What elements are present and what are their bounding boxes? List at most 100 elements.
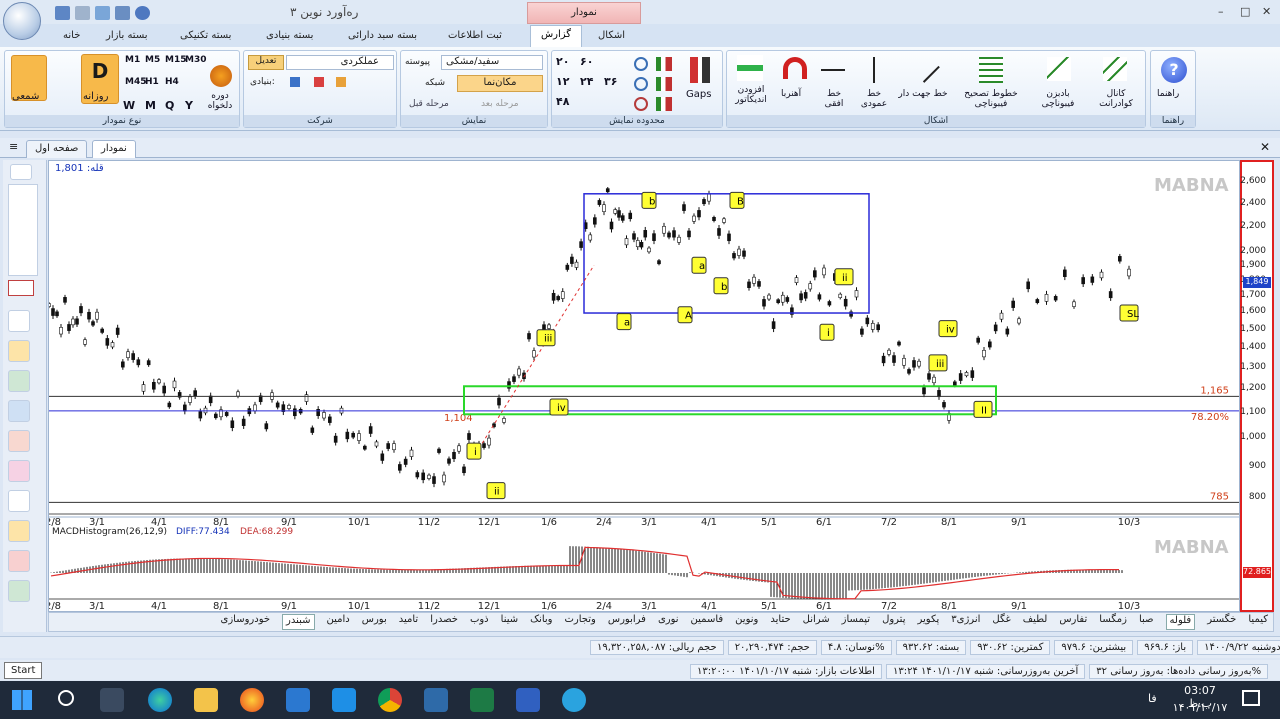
period-h1[interactable]: H1 <box>145 77 159 87</box>
app-menu-button[interactable] <box>3 2 41 40</box>
notifications-icon[interactable] <box>1242 690 1260 706</box>
symbol-tab[interactable]: فرابورس <box>608 614 646 630</box>
tab-home-page[interactable]: صفحه اول <box>26 140 88 158</box>
price-axis[interactable]: 800 900 1,000 1,100 1,200 1,300 1,400 1,500 1,60… <box>1240 160 1274 612</box>
language-indicator[interactable]: فا <box>1148 692 1157 705</box>
period-month[interactable]: M <box>145 99 156 112</box>
cursor-button[interactable]: مکان‌نما <box>457 75 543 92</box>
tab-chart[interactable]: نمودار <box>92 140 136 158</box>
flag-blue-icon[interactable] <box>290 77 300 87</box>
period-q[interactable]: Q <box>165 99 174 112</box>
range-20[interactable]: ۲۰ <box>556 55 569 68</box>
period-w[interactable]: W <box>123 99 135 112</box>
symbol-tab[interactable]: صبا <box>1139 614 1154 630</box>
tab-menu-icon[interactable]: ≡ <box>9 140 18 153</box>
dropdown-icon[interactable] <box>135 6 150 20</box>
theme-select[interactable]: سفید/مشکی <box>441 55 543 70</box>
range-48[interactable]: ۴۸ <box>556 95 569 108</box>
add-indicator-label[interactable]: افزودن اندیکاتور <box>731 85 771 105</box>
symbol-tab[interactable]: شینا <box>501 614 518 630</box>
tools-icon[interactable] <box>115 6 130 20</box>
save-icon[interactable] <box>55 6 70 20</box>
tab-portfolio[interactable]: بسته سبد دارائی <box>340 27 425 47</box>
flag-red-icon[interactable] <box>314 77 324 87</box>
zoom-reset-icon[interactable] <box>634 97 648 111</box>
tool9-icon[interactable] <box>8 550 30 572</box>
price-chart[interactable]: 1,1651,104 78.20%785iiiiiiivabABabiiiiiii… <box>45 161 1239 612</box>
tool10-icon[interactable] <box>8 580 30 602</box>
quadrant-channel-icon[interactable] <box>1103 57 1127 81</box>
mail-icon[interactable] <box>332 688 356 712</box>
symbol-tab[interactable]: غگل <box>992 614 1010 630</box>
tool8-icon[interactable] <box>8 520 30 542</box>
chart-mode3-icon[interactable] <box>656 97 672 111</box>
tab-report[interactable]: گزارش <box>530 25 582 48</box>
period-m1[interactable]: M1 <box>125 55 140 65</box>
company-select[interactable]: عملکردی <box>286 55 394 70</box>
fibonacci-fan-label[interactable]: بادبزن فیبوناچی <box>1033 89 1083 109</box>
period-y[interactable]: Y <box>185 99 193 112</box>
period-m15[interactable]: M15 <box>165 55 186 65</box>
excel-icon[interactable] <box>470 688 494 712</box>
help-label[interactable]: راهنما <box>1157 89 1179 99</box>
telegram-icon[interactable] <box>562 688 586 712</box>
chart-mode-icon[interactable] <box>656 57 672 71</box>
symbol-tab[interactable]: بورس <box>362 614 387 630</box>
symbol-tab[interactable]: تپمساز <box>842 614 870 630</box>
zoom-out-icon[interactable] <box>634 77 648 91</box>
fibonacci-retracement-label[interactable]: خطوط تصحیح فیبوناچی <box>959 89 1023 109</box>
add-indicator-icon[interactable] <box>737 55 763 81</box>
next-step-button[interactable]: مرحله بعد <box>481 99 519 109</box>
period-h4[interactable]: H4 <box>165 77 179 87</box>
tool1-icon[interactable] <box>8 310 30 332</box>
prev-step-button[interactable]: مرحله قبل <box>409 99 449 109</box>
quadrant-channel-label[interactable]: کانال کوادرانت <box>1091 89 1141 109</box>
chrome-icon[interactable] <box>378 688 402 712</box>
range-60[interactable]: ۶۰ <box>580 55 593 68</box>
fibonacci-retracement-icon[interactable] <box>979 57 1003 83</box>
minimize-icon[interactable]: – <box>1218 5 1224 18</box>
preview-icon[interactable] <box>95 6 110 20</box>
gaps-icon[interactable] <box>690 57 710 83</box>
search-icon[interactable] <box>58 690 74 706</box>
delete-icon[interactable] <box>8 280 34 296</box>
symbol-tab[interactable]: حتاید <box>770 614 790 630</box>
symbol-tab[interactable]: کیمیا <box>1248 614 1268 630</box>
tool7-icon[interactable] <box>8 490 30 512</box>
symbol-tab[interactable]: لطیف <box>1023 614 1048 630</box>
fibonacci-fan-icon[interactable] <box>1047 57 1071 81</box>
range-36[interactable]: ۳۶ <box>604 75 617 88</box>
tab-technical[interactable]: بسته تکنیکی <box>172 27 239 47</box>
symbol-tab[interactable]: پکویر <box>917 614 939 630</box>
horizontal-line-label[interactable]: خط افقی <box>821 89 847 109</box>
symbol-tab[interactable]: وبانک <box>530 614 552 630</box>
tool5-icon[interactable] <box>8 430 30 452</box>
symbol-tab[interactable]: پترول <box>882 614 905 630</box>
zoom-in-icon[interactable] <box>634 57 648 71</box>
store-icon[interactable] <box>286 688 310 712</box>
tool3-icon[interactable] <box>8 370 30 392</box>
symbol-tab[interactable]: ونوین <box>735 614 758 630</box>
windows-start-icon[interactable] <box>12 690 32 710</box>
symbol-tab[interactable]: وتجارت <box>565 614 596 630</box>
range-24[interactable]: ۲۴ <box>580 75 593 88</box>
edge-icon[interactable] <box>148 688 172 712</box>
print-icon[interactable] <box>75 6 90 20</box>
symbol-tab[interactable]: خصدرا <box>430 614 458 630</box>
symbol-tab[interactable]: دامین <box>327 614 350 630</box>
symbol-tab[interactable]: تامید <box>399 614 418 630</box>
firefox-icon[interactable] <box>240 688 264 712</box>
vertical-line-icon[interactable] <box>873 57 875 83</box>
symbol-tab[interactable]: شبندر <box>282 614 315 630</box>
help-icon[interactable]: ? <box>1161 57 1187 83</box>
rahavard-app-icon[interactable] <box>424 688 448 712</box>
custom-period-icon[interactable] <box>210 65 232 87</box>
tab-fundamental[interactable]: بسته بنیادی <box>258 27 321 47</box>
period-m45[interactable]: M45 <box>125 77 146 87</box>
period-m30[interactable]: M30 <box>185 55 206 65</box>
tool2-icon[interactable] <box>8 340 30 362</box>
tab-shapes[interactable]: اشکال <box>590 27 633 47</box>
continuous-toggle[interactable]: پیوسته <box>405 57 430 67</box>
symbol-tab[interactable]: فاسمین <box>691 614 724 630</box>
trend-line-label[interactable]: خط جهت دار <box>897 89 949 99</box>
